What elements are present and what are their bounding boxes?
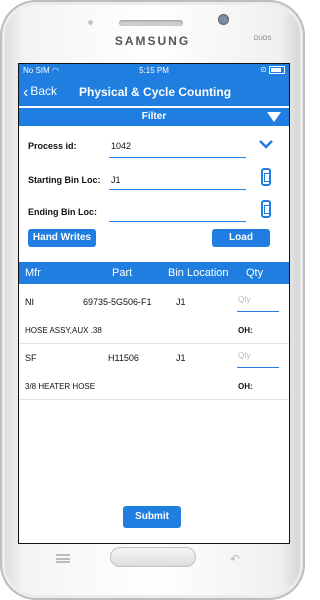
front-camera xyxy=(218,14,229,25)
row-divider xyxy=(19,343,289,344)
battery-icon xyxy=(269,65,285,74)
ending-bin-label: Ending Bin Loc: xyxy=(28,207,97,217)
home-button[interactable] xyxy=(110,547,196,567)
submit-button[interactable]: Submit xyxy=(123,506,181,528)
qty-underline xyxy=(237,311,279,312)
duos-badge: DUOS xyxy=(254,36,272,42)
qty-input[interactable]: Qty xyxy=(238,351,250,360)
row-mfr: SF xyxy=(25,353,37,363)
back-label: Back xyxy=(30,84,58,98)
process-id-underline xyxy=(109,157,246,158)
screen: No SIM ◠ 5:15 PM ⊙ ‹ Back Physical & Cycl… xyxy=(19,64,289,543)
row-divider xyxy=(19,399,289,400)
starting-bin-underline xyxy=(109,189,246,190)
back-button[interactable]: ‹ Back xyxy=(23,84,58,101)
on-hand-label: OH: xyxy=(238,382,253,391)
barcode-scan-icon[interactable] xyxy=(261,200,271,218)
column-header-mfr: Mfr xyxy=(25,267,41,279)
table-header: Mfr Part Bin Location Qty xyxy=(19,262,289,284)
barcode-scan-icon[interactable] xyxy=(261,168,271,186)
chevron-left-icon: ‹ xyxy=(23,84,29,101)
row-mfr: NI xyxy=(25,297,34,307)
row-part: H11506 xyxy=(108,353,139,363)
page-title: Physical & Cycle Counting xyxy=(79,85,232,99)
starting-bin-label: Starting Bin Loc: xyxy=(28,175,101,185)
on-hand-label: OH: xyxy=(238,326,253,335)
qty-underline xyxy=(237,367,279,368)
lock-rotation-icon: ⊙ xyxy=(260,65,267,74)
triangle-down-icon[interactable] xyxy=(267,112,281,122)
chevron-down-icon[interactable] xyxy=(259,139,273,149)
back-key-icon[interactable]: ↶ xyxy=(230,552,240,566)
row-part: 69735-5G506-F1 xyxy=(83,297,152,307)
column-header-part: Part xyxy=(112,267,133,279)
row-bin: J1 xyxy=(176,297,186,307)
status-bar: No SIM ◠ 5:15 PM ⊙ xyxy=(19,64,289,78)
earpiece-speaker xyxy=(119,20,183,26)
column-header-qty: Qty xyxy=(246,267,264,279)
row-bin: J1 xyxy=(176,353,186,363)
load-button[interactable]: Load xyxy=(212,229,270,247)
process-id-label: Process id: xyxy=(28,141,77,151)
phone-frame: SAMSUNG DUOS No SIM ◠ 5:15 PM ⊙ ‹ Back Ph… xyxy=(0,0,305,600)
starting-bin-field[interactable]: J1 xyxy=(111,175,121,185)
column-header-bin-location: Bin Location xyxy=(168,267,229,279)
proximity-sensor xyxy=(88,20,93,25)
filter-label: Filter xyxy=(141,111,167,122)
row-description: 3/8 HEATER HOSE xyxy=(25,382,96,391)
qty-input[interactable]: Qty xyxy=(238,295,250,304)
process-id-field[interactable]: 1042 xyxy=(111,141,131,151)
ending-bin-underline xyxy=(109,221,246,222)
menu-key-icon[interactable] xyxy=(56,554,70,563)
status-time: 5:15 PM xyxy=(139,66,169,75)
row-description: HOSE ASSY,AUX .38 xyxy=(25,326,102,335)
navigation-bar: ‹ Back Physical & Cycle Counting xyxy=(19,78,289,106)
filter-header[interactable]: Filter xyxy=(19,108,289,126)
status-icons: ⊙ xyxy=(260,65,285,74)
hand-writes-button[interactable]: Hand Writes xyxy=(28,229,96,247)
